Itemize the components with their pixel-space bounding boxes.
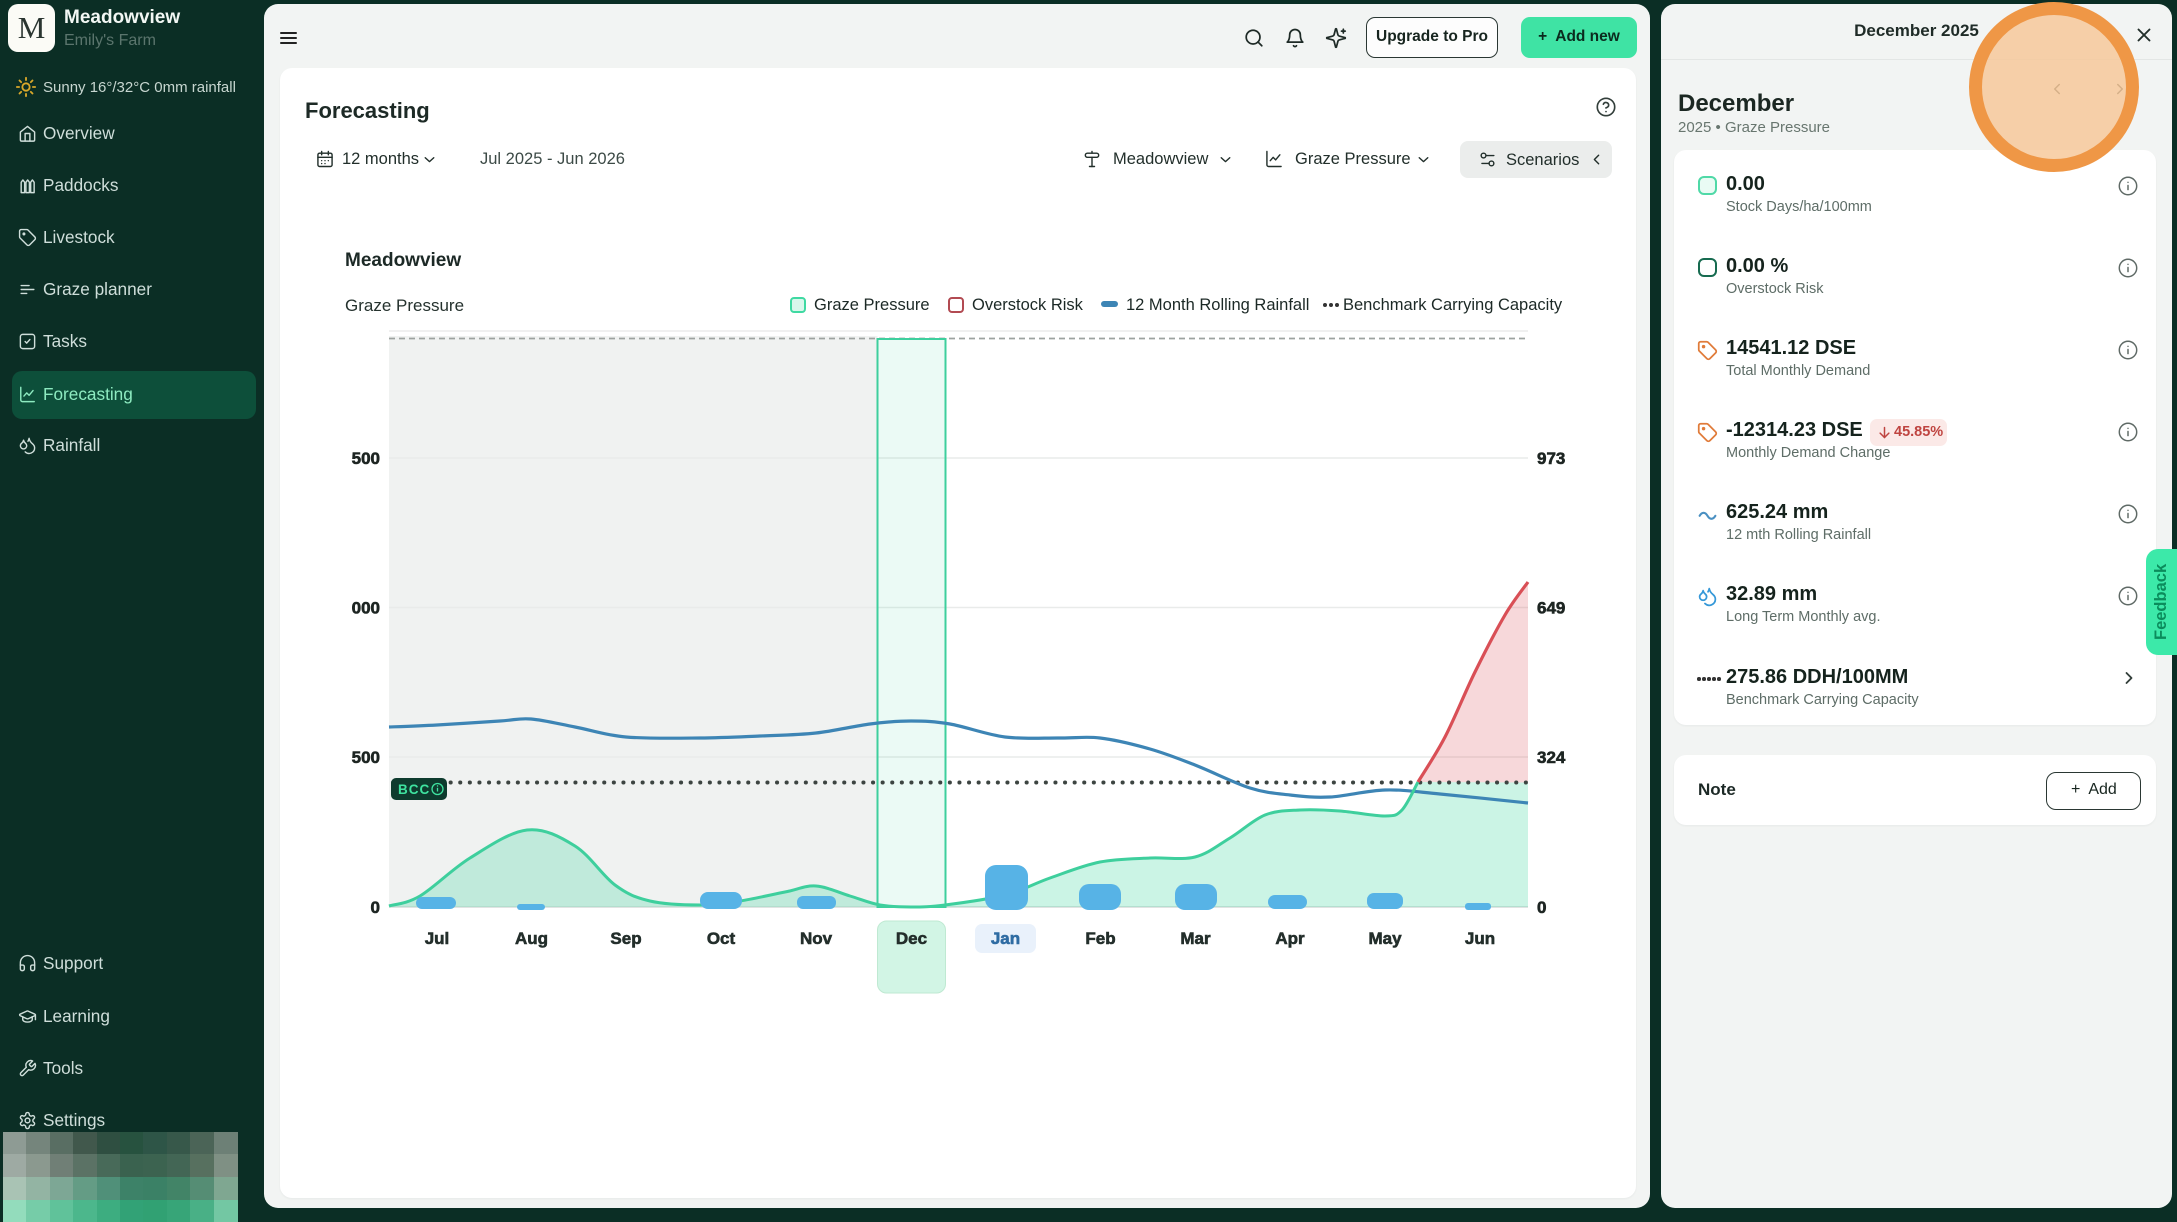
svg-text:Jun: Jun: [1465, 929, 1495, 948]
svg-text:BCC: BCC: [398, 782, 430, 797]
svg-text:Jan: Jan: [991, 929, 1020, 948]
svg-text:324: 324: [1537, 748, 1566, 767]
svg-text:500: 500: [352, 748, 380, 767]
svg-text:May: May: [1368, 929, 1402, 948]
svg-text:Sep: Sep: [610, 929, 641, 948]
svg-text:Aug: Aug: [515, 929, 548, 948]
svg-text:Apr: Apr: [1275, 929, 1305, 948]
svg-text:Oct: Oct: [707, 929, 736, 948]
svg-text:Dec: Dec: [896, 929, 927, 948]
svg-text:Jul: Jul: [425, 929, 450, 948]
svg-text:0: 0: [371, 898, 380, 917]
svg-text:Feb: Feb: [1085, 929, 1115, 948]
svg-text:500: 500: [352, 449, 380, 468]
svg-text:Mar: Mar: [1180, 929, 1211, 948]
svg-text:000: 000: [352, 599, 380, 618]
svg-text:0: 0: [1537, 898, 1546, 917]
svg-text:973: 973: [1537, 449, 1565, 468]
svg-text:Nov: Nov: [800, 929, 833, 948]
svg-text:649: 649: [1537, 599, 1565, 618]
